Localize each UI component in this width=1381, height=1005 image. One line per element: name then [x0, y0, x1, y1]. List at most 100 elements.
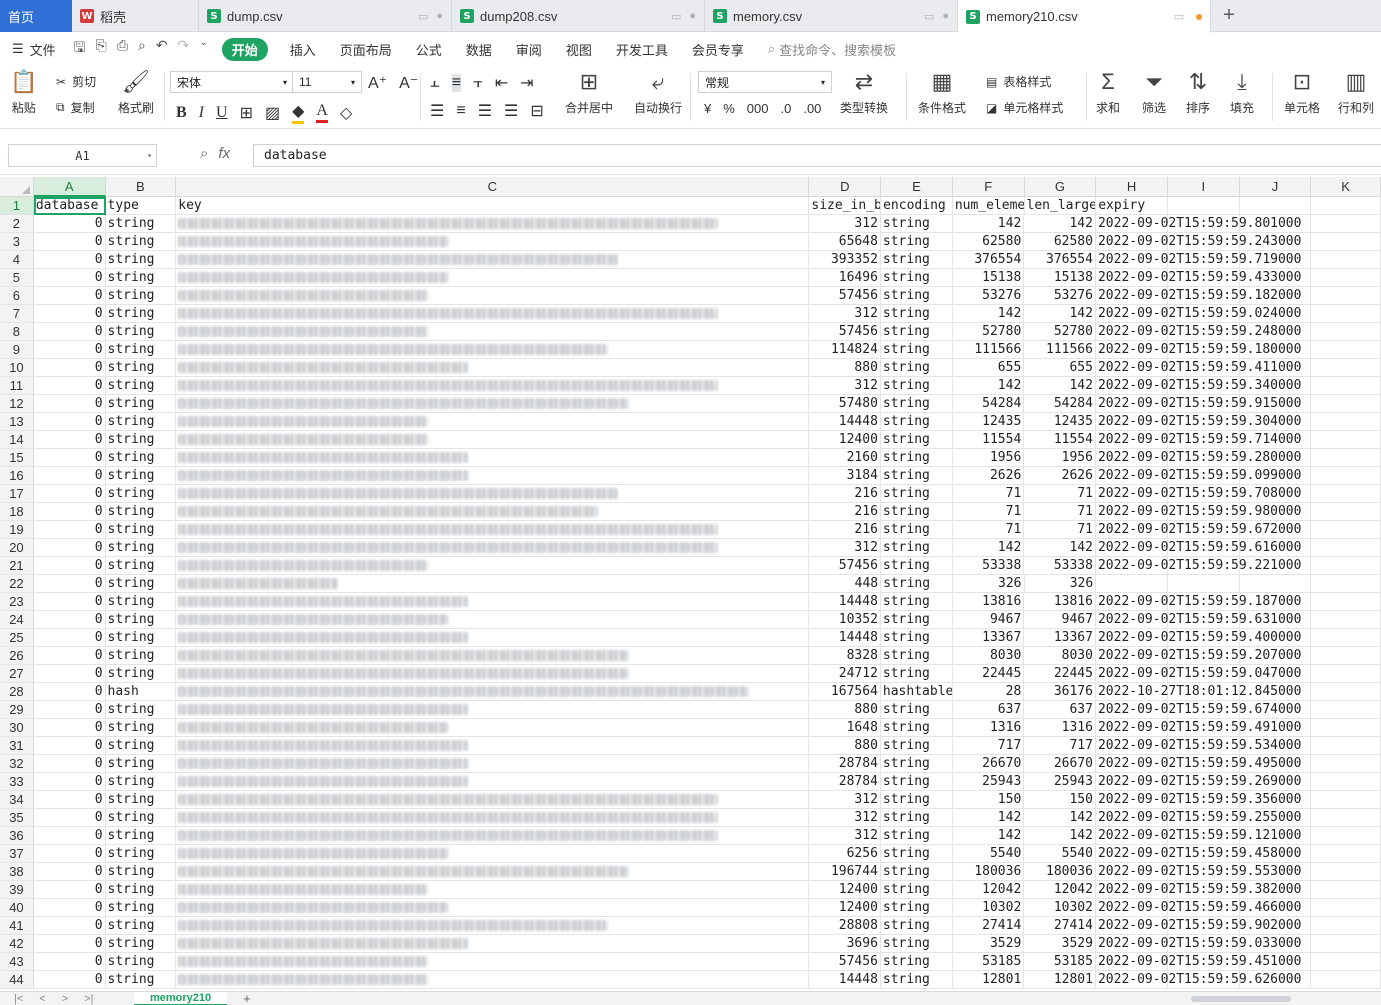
cell-c36[interactable] [176, 827, 810, 845]
cell-a44[interactable]: 0 [34, 971, 106, 989]
cell-h22[interactable] [1096, 575, 1168, 593]
cell-f6[interactable]: 53276 [953, 287, 1025, 305]
cell-g4[interactable]: 376554 [1024, 251, 1096, 269]
cell-e12[interactable]: string [881, 395, 953, 413]
cell-a24[interactable]: 0 [34, 611, 106, 629]
cell-d16[interactable]: 3184 [809, 467, 881, 485]
cell-b11[interactable]: string [106, 377, 177, 395]
cell-e28[interactable]: hashtable [881, 683, 953, 701]
cell-g34[interactable]: 150 [1024, 791, 1096, 809]
cell-c20[interactable] [176, 539, 810, 557]
underline-icon[interactable]: U [216, 104, 228, 122]
cell-e29[interactable]: string [881, 701, 953, 719]
cell-b13[interactable]: string [106, 413, 177, 431]
cell-a30[interactable]: 0 [34, 719, 106, 737]
cell-a40[interactable]: 0 [34, 899, 106, 917]
percent-icon[interactable]: % [723, 101, 735, 116]
close-tab-icon[interactable]: ● [689, 10, 696, 22]
row-header[interactable]: 30 [0, 719, 34, 736]
cell-a25[interactable]: 0 [34, 629, 106, 647]
cell-g12[interactable]: 54284 [1024, 395, 1096, 413]
align-bottom-icon[interactable]: ⫟ [473, 74, 483, 92]
row-header[interactable]: 7 [0, 305, 34, 322]
cell-f40[interactable]: 10302 [953, 899, 1025, 917]
cell-a19[interactable]: 0 [34, 521, 106, 539]
cell-h14[interactable]: 2022-09-02T15:59:59.714000 [1096, 431, 1301, 449]
add-sheet-icon[interactable]: + [243, 991, 251, 1005]
wrap-text-button[interactable]: ⤶ 自动换行 [634, 69, 682, 116]
cell-e6[interactable]: string [881, 287, 953, 305]
cell-d2[interactable]: 312 [809, 215, 881, 233]
cell-k33[interactable] [1311, 773, 1381, 791]
cell-g3[interactable]: 62580 [1024, 233, 1096, 251]
window-mode-icon[interactable]: ▭ [924, 10, 934, 23]
command-search[interactable]: ⌕ 查找命令、搜索模板 [768, 40, 896, 59]
cell-h21[interactable]: 2022-09-02T15:59:59.221000 [1096, 557, 1301, 575]
cell-f35[interactable]: 142 [953, 809, 1025, 827]
cell-k5[interactable] [1311, 269, 1381, 287]
cell-b9[interactable]: string [106, 341, 177, 359]
cut-button[interactable]: ✂ 剪切 [56, 73, 96, 90]
cell-h25[interactable]: 2022-09-02T15:59:59.400000 [1096, 629, 1301, 647]
cell-c28[interactable] [176, 683, 810, 701]
cell-k22[interactable] [1311, 575, 1381, 593]
unsaved-dot-icon[interactable] [1196, 13, 1202, 20]
cell-a26[interactable]: 0 [34, 647, 106, 665]
cell-c21[interactable] [176, 557, 810, 575]
row-header[interactable]: 37 [0, 845, 34, 862]
row-header[interactable]: 13 [0, 413, 34, 430]
cell-a12[interactable]: 0 [34, 395, 106, 413]
next-sheet-icon[interactable]: > [62, 993, 68, 1005]
sheet-tab-memory210[interactable]: memory210 [134, 991, 228, 1005]
cell-g22[interactable]: 326 [1025, 575, 1097, 593]
export-pdf-icon[interactable]: ⎘ [96, 37, 107, 61]
cell-b6[interactable]: string [106, 287, 177, 305]
cell-a36[interactable]: 0 [34, 827, 106, 845]
cell-c5[interactable] [176, 269, 810, 287]
cell-c42[interactable] [176, 935, 810, 953]
cell-b28[interactable]: hash [106, 683, 177, 701]
cell-b7[interactable]: string [106, 305, 177, 323]
cell-k10[interactable] [1311, 359, 1381, 377]
cell-e9[interactable]: string [881, 341, 953, 359]
cell-f34[interactable]: 150 [953, 791, 1025, 809]
table-style-button[interactable]: ▤ 表格样式 [986, 73, 1051, 90]
cell-k44[interactable] [1311, 971, 1381, 989]
cell-d1[interactable]: size_in_b [809, 197, 882, 215]
row-header[interactable]: 28 [0, 683, 34, 700]
row-header[interactable]: 24 [0, 611, 34, 628]
filter-button[interactable]: ⏷ 筛选 [1142, 69, 1166, 116]
row-header[interactable]: 32 [0, 755, 34, 772]
cell-d11[interactable]: 312 [809, 377, 881, 395]
cell-d34[interactable]: 312 [809, 791, 881, 809]
italic-icon[interactable]: I [199, 104, 204, 122]
fill-button[interactable]: ⤓ 填充 [1230, 69, 1254, 116]
row-header[interactable]: 6 [0, 287, 34, 304]
cell-d37[interactable]: 6256 [809, 845, 881, 863]
align-center-icon[interactable]: ≡ [456, 102, 465, 120]
cell-g29[interactable]: 637 [1024, 701, 1096, 719]
cell-g18[interactable]: 71 [1024, 503, 1096, 521]
cell-a3[interactable]: 0 [34, 233, 106, 251]
cell-f24[interactable]: 9467 [953, 611, 1025, 629]
cell-f26[interactable]: 8030 [953, 647, 1025, 665]
cell-j1[interactable] [1240, 197, 1312, 215]
row-header[interactable]: 31 [0, 737, 34, 754]
cell-h17[interactable]: 2022-09-02T15:59:59.708000 [1096, 485, 1301, 503]
cell-d25[interactable]: 14448 [809, 629, 881, 647]
cell-c22[interactable] [176, 575, 810, 593]
cell-e42[interactable]: string [881, 935, 953, 953]
window-mode-icon[interactable]: ▭ [1174, 10, 1184, 23]
cell-h30[interactable]: 2022-09-02T15:59:59.491000 [1096, 719, 1301, 737]
cell-c12[interactable] [176, 395, 810, 413]
cell-g39[interactable]: 12042 [1024, 881, 1096, 899]
cell-e4[interactable]: string [881, 251, 953, 269]
font-name-select[interactable]: 宋体 ▾ [170, 71, 294, 93]
cell-c41[interactable] [176, 917, 810, 935]
cell-h13[interactable]: 2022-09-02T15:59:59.304000 [1096, 413, 1301, 431]
name-box[interactable]: A1 ▾ [8, 144, 157, 167]
cell-d24[interactable]: 10352 [809, 611, 881, 629]
menu-tab-2[interactable]: 公式 [416, 40, 442, 59]
cell-g5[interactable]: 15138 [1024, 269, 1096, 287]
cell-f38[interactable]: 180036 [953, 863, 1025, 881]
